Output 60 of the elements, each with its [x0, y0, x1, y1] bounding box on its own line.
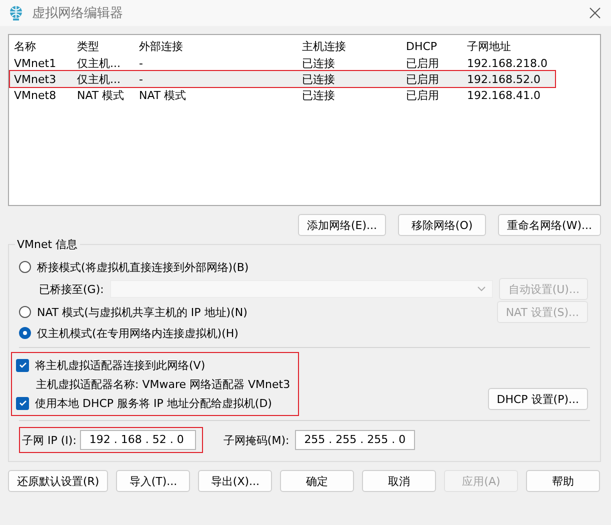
network-row[interactable]: VMnet3 仅主机... - 已连接 已启用 192.168.52.0 — [10, 71, 555, 87]
network-button[interactable]: 添加网络(E)... — [298, 214, 386, 236]
radio-label[interactable]: 仅主机模式(在专用网络内连接虚拟机)(H) — [37, 326, 238, 340]
dhcp-settings-button[interactable]: DHCP 设置(P)... — [488, 388, 588, 410]
network-button[interactable]: 移除网络(O) — [398, 214, 486, 236]
column-header[interactable]: 主机连接 — [300, 38, 404, 54]
radio-button[interactable] — [19, 306, 31, 318]
chevron-down-icon — [477, 286, 486, 292]
column-header[interactable]: 名称 — [12, 38, 75, 54]
dialog-button[interactable]: 还原默认设置(R) — [8, 470, 108, 492]
dialog-button[interactable]: 取消 — [362, 470, 436, 492]
table-cell-text: 192.168.52.0 — [466, 72, 542, 86]
column-header[interactable]: 类型 — [75, 38, 137, 54]
radio-label[interactable]: 桥接模式(将虚拟机直接连接到外部网络)(B) — [37, 260, 249, 274]
table-cell-text: 192.168.41.0 — [466, 88, 542, 102]
column-header[interactable]: 外部连接 — [137, 38, 300, 54]
table-cell-text: 已启用 — [405, 56, 440, 70]
radio-button[interactable] — [19, 261, 31, 273]
table-cell-text: 仅主机... — [76, 72, 122, 86]
close-icon[interactable] — [589, 7, 601, 19]
radio-label[interactable]: NAT 模式(与虚拟机共享主机的 IP 地址)(N) — [37, 304, 248, 320]
table-cell-text: 仅主机... — [76, 56, 122, 70]
table-cell-text: NAT 模式 — [76, 88, 126, 102]
network-row[interactable]: VMnet8 NAT 模式 NAT 模式 已连接 已启用 192.168.41.0 — [10, 87, 555, 103]
table-cell-text: VMnet1 — [13, 56, 58, 70]
check-icon — [18, 398, 28, 408]
check-icon — [18, 360, 28, 370]
column-header[interactable]: 子网地址 — [465, 38, 557, 54]
checkbox[interactable] — [16, 396, 29, 410]
dialog-button[interactable]: 导入(T)... — [116, 470, 190, 492]
table-cell-text: - — [138, 72, 144, 86]
table-cell-text: 已连接 — [301, 56, 336, 70]
table-cell-text: NAT 模式 — [138, 88, 188, 102]
dialog-button[interactable]: 导出(X)... — [198, 470, 272, 492]
checkbox[interactable] — [16, 358, 29, 372]
checkbox-label[interactable]: 使用本地 DHCP 服务将 IP 地址分配给虚拟机(D) — [35, 396, 272, 410]
subnet-ip-field[interactable]: 192 . 168 . 52 . 0 — [80, 430, 196, 450]
bridge-label: 已桥接至(G): — [39, 282, 104, 296]
table-cell-text: 已启用 — [405, 72, 440, 86]
table-cell-text: - — [138, 56, 144, 70]
dialog-button[interactable]: 帮助 — [526, 470, 600, 492]
subnet-mask-label: 子网掩码(M): — [223, 432, 290, 448]
table-cell-text: 已启用 — [405, 88, 440, 102]
table-cell-text: 已连接 — [301, 72, 336, 86]
network-row[interactable]: VMnet1 仅主机... - 已连接 已启用 192.168.218.0 — [10, 55, 555, 71]
network-button[interactable]: 重命名网络(W)... — [498, 214, 601, 236]
table-cell-text: VMnet8 — [13, 88, 58, 102]
dialog-button[interactable]: 确定 — [280, 470, 354, 492]
subnet-mask-field[interactable]: 255 . 255 . 255 . 0 — [295, 430, 415, 450]
table-cell-text: VMnet3 — [13, 72, 58, 86]
globe-icon — [8, 5, 24, 21]
radio-button[interactable] — [19, 327, 31, 339]
column-header[interactable]: DHCP — [404, 40, 465, 52]
table-cell-text: 已连接 — [301, 88, 336, 102]
checkbox-label[interactable]: 将主机虚拟适配器连接到此网络(V) — [35, 358, 206, 372]
table-cell-text: 192.168.218.0 — [466, 56, 548, 70]
window-title: 虚拟网络编辑器 — [32, 5, 124, 22]
adapter-name-text: 主机虚拟适配器名称: VMware 网络适配器 VMnet3 — [36, 376, 290, 392]
group-title: VMnet 信息 — [15, 237, 80, 252]
subnet-ip-label: 子网 IP (I): — [22, 432, 76, 448]
